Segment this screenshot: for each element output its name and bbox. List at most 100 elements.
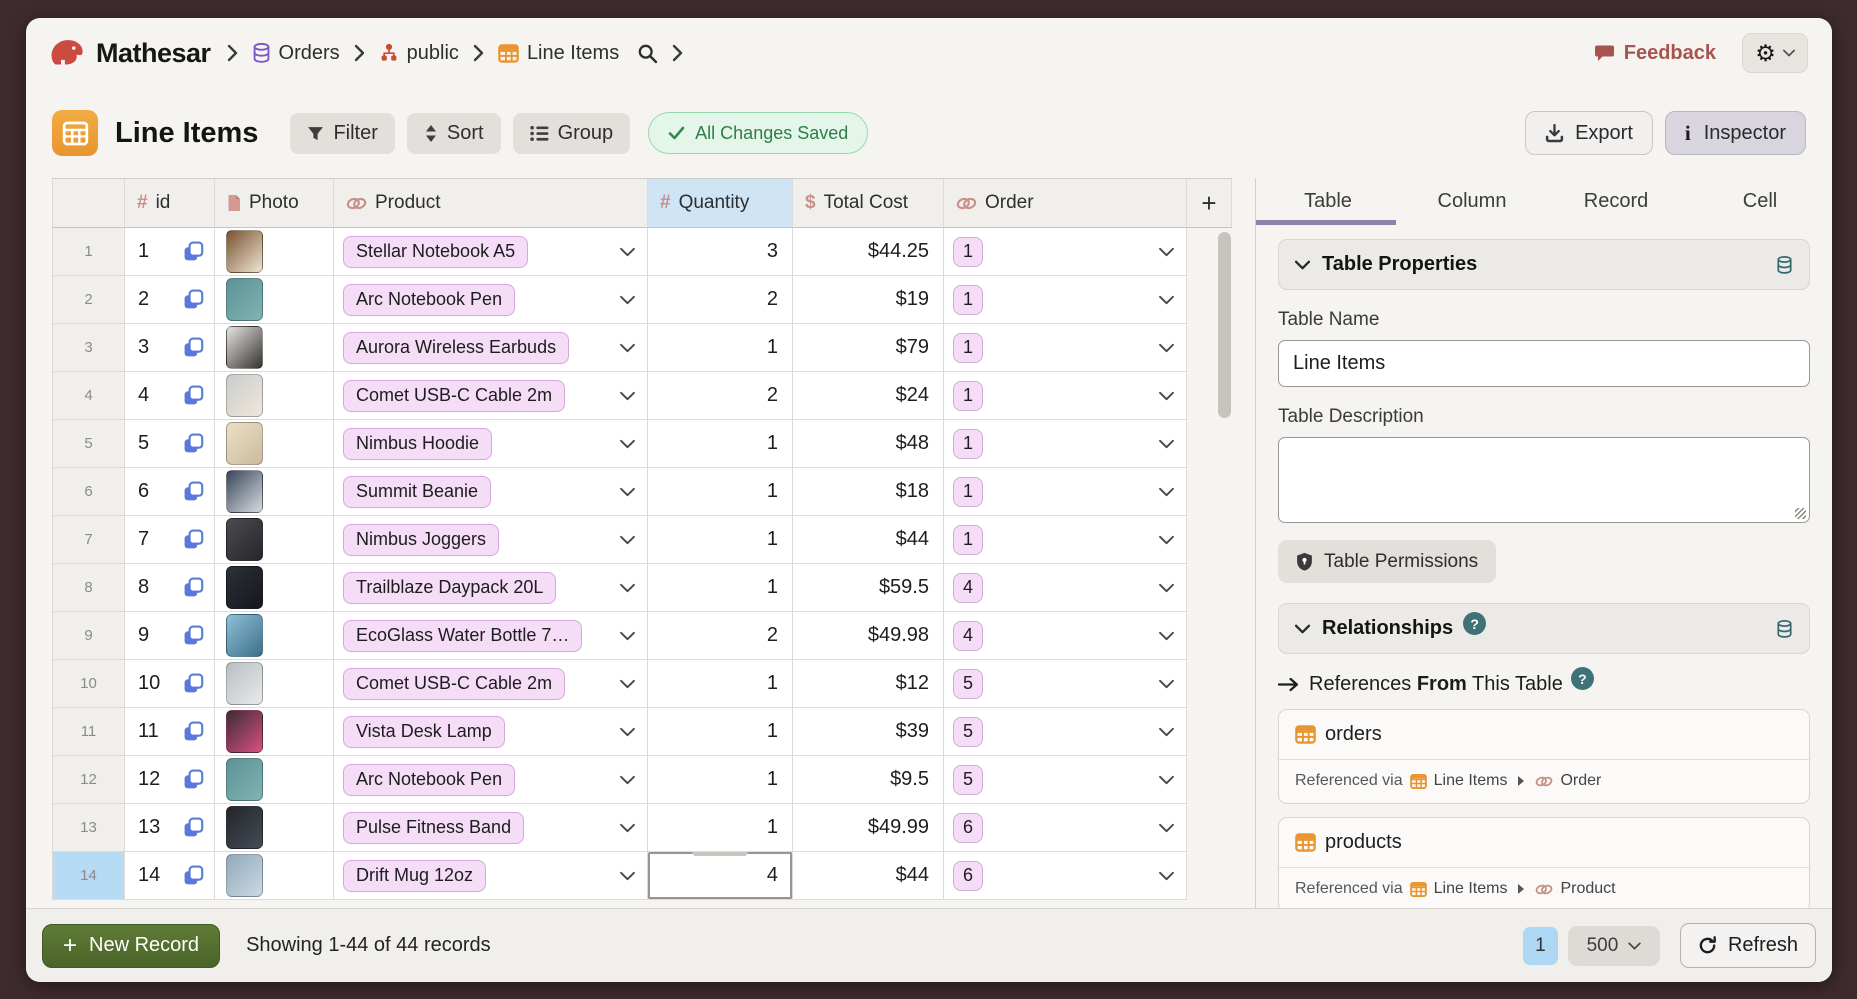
quantity-cell[interactable]: 1	[648, 708, 793, 756]
id-cell[interactable]: 14	[125, 852, 215, 900]
header-cell-photo[interactable]: Photo	[215, 178, 334, 228]
chevron-down-icon[interactable]	[1159, 727, 1174, 737]
total-cost-cell[interactable]: $49.99	[793, 804, 944, 852]
chevron-down-icon[interactable]	[1159, 679, 1174, 689]
photo-cell[interactable]	[215, 804, 334, 852]
order-pill[interactable]: 1	[953, 429, 983, 459]
order-cell[interactable]: 4	[944, 612, 1187, 660]
copy-record-icon[interactable]	[183, 721, 204, 742]
product-pill[interactable]: Pulse Fitness Band	[343, 812, 524, 844]
product-pill[interactable]: Arc Notebook Pen	[343, 764, 515, 796]
id-cell[interactable]: 11	[125, 708, 215, 756]
tab-table[interactable]: Table	[1256, 178, 1400, 225]
order-pill[interactable]: 5	[953, 669, 983, 699]
total-cost-cell[interactable]: $44	[793, 516, 944, 564]
total-cost-cell[interactable]: $39	[793, 708, 944, 756]
product-pill[interactable]: Vista Desk Lamp	[343, 716, 505, 748]
chevron-down-icon[interactable]	[620, 871, 635, 881]
photo-thumbnail[interactable]	[226, 614, 263, 657]
photo-thumbnail[interactable]	[226, 278, 263, 321]
row-number-cell[interactable]: 13	[52, 804, 125, 852]
quantity-cell[interactable]: 2	[648, 612, 793, 660]
order-cell[interactable]: 1	[944, 420, 1187, 468]
id-cell[interactable]: 1	[125, 228, 215, 276]
breadcrumb-item-schema[interactable]: public	[379, 42, 459, 65]
product-pill[interactable]: Comet USB-C Cable 2m	[343, 380, 565, 412]
copy-record-icon[interactable]	[183, 625, 204, 646]
order-cell[interactable]: 5	[944, 756, 1187, 804]
total-cost-cell[interactable]: $48	[793, 420, 944, 468]
chevron-down-icon[interactable]	[1159, 631, 1174, 641]
row-number-cell[interactable]: 5	[52, 420, 125, 468]
breadcrumb-expand-icon[interactable]	[672, 44, 683, 62]
total-cost-cell[interactable]: $59.5	[793, 564, 944, 612]
order-cell[interactable]: 5	[944, 708, 1187, 756]
table-permissions-button[interactable]: Table Permissions	[1278, 540, 1496, 583]
copy-record-icon[interactable]	[183, 529, 204, 550]
quantity-cell[interactable]: 3	[648, 228, 793, 276]
quantity-cell[interactable]: 1	[648, 804, 793, 852]
tab-record[interactable]: Record	[1544, 178, 1688, 225]
product-cell[interactable]: Pulse Fitness Band	[334, 804, 648, 852]
row-number-cell[interactable]: 11	[52, 708, 125, 756]
table-description-textarea[interactable]	[1278, 437, 1810, 523]
photo-thumbnail[interactable]	[226, 230, 263, 273]
inspector-button[interactable]: i Inspector	[1665, 111, 1806, 155]
chevron-down-icon[interactable]	[620, 583, 635, 593]
product-pill[interactable]: Aurora Wireless Earbuds	[343, 332, 569, 364]
header-cell-product[interactable]: Product	[334, 178, 648, 228]
row-number-cell[interactable]: 10	[52, 660, 125, 708]
photo-thumbnail[interactable]	[226, 422, 263, 465]
relationships-section-header[interactable]: Relationships ?	[1278, 603, 1810, 654]
photo-cell[interactable]	[215, 468, 334, 516]
quantity-cell[interactable]: 4	[648, 852, 793, 900]
chevron-down-icon[interactable]	[620, 247, 635, 257]
feedback-link[interactable]: Feedback	[1594, 42, 1716, 65]
product-cell[interactable]: Vista Desk Lamp	[334, 708, 648, 756]
product-cell[interactable]: Comet USB-C Cable 2m	[334, 372, 648, 420]
id-cell[interactable]: 7	[125, 516, 215, 564]
copy-record-icon[interactable]	[183, 577, 204, 598]
order-pill[interactable]: 4	[953, 573, 983, 603]
row-number-cell[interactable]: 14	[52, 852, 125, 900]
order-pill[interactable]: 6	[953, 813, 983, 843]
chevron-down-icon[interactable]	[620, 823, 635, 833]
order-cell[interactable]: 5	[944, 660, 1187, 708]
chevron-down-icon[interactable]	[620, 775, 635, 785]
chevron-down-icon[interactable]	[620, 727, 635, 737]
page-size-select[interactable]: 500	[1568, 926, 1660, 966]
order-pill[interactable]: 4	[953, 621, 983, 651]
total-cost-cell[interactable]: $44.25	[793, 228, 944, 276]
filter-button[interactable]: Filter	[290, 113, 394, 154]
sort-button[interactable]: Sort	[407, 113, 501, 154]
row-number-cell[interactable]: 7	[52, 516, 125, 564]
order-pill[interactable]: 1	[953, 285, 983, 315]
row-number-cell[interactable]: 12	[52, 756, 125, 804]
copy-record-icon[interactable]	[183, 385, 204, 406]
product-cell[interactable]: Summit Beanie	[334, 468, 648, 516]
id-cell[interactable]: 12	[125, 756, 215, 804]
total-cost-cell[interactable]: $18	[793, 468, 944, 516]
photo-thumbnail[interactable]	[226, 854, 263, 897]
chevron-down-icon[interactable]	[620, 439, 635, 449]
header-cell-id[interactable]: # id	[125, 178, 215, 228]
product-pill[interactable]: EcoGlass Water Bottle 7…	[343, 620, 582, 652]
product-cell[interactable]: Stellar Notebook A5	[334, 228, 648, 276]
order-pill[interactable]: 5	[953, 717, 983, 747]
row-number-cell[interactable]: 4	[52, 372, 125, 420]
quantity-cell[interactable]: 2	[648, 276, 793, 324]
order-cell[interactable]: 6	[944, 804, 1187, 852]
id-cell[interactable]: 10	[125, 660, 215, 708]
product-cell[interactable]: Comet USB-C Cable 2m	[334, 660, 648, 708]
product-pill[interactable]: Comet USB-C Cable 2m	[343, 668, 565, 700]
product-cell[interactable]: EcoGlass Water Bottle 7…	[334, 612, 648, 660]
quantity-cell[interactable]: 1	[648, 756, 793, 804]
breadcrumb-item-database[interactable]: Orders	[252, 42, 340, 65]
chevron-down-icon[interactable]	[620, 679, 635, 689]
chevron-down-icon[interactable]	[1159, 871, 1174, 881]
photo-thumbnail[interactable]	[226, 806, 263, 849]
row-number-cell[interactable]: 3	[52, 324, 125, 372]
order-cell[interactable]: 1	[944, 468, 1187, 516]
photo-cell[interactable]	[215, 660, 334, 708]
id-cell[interactable]: 4	[125, 372, 215, 420]
